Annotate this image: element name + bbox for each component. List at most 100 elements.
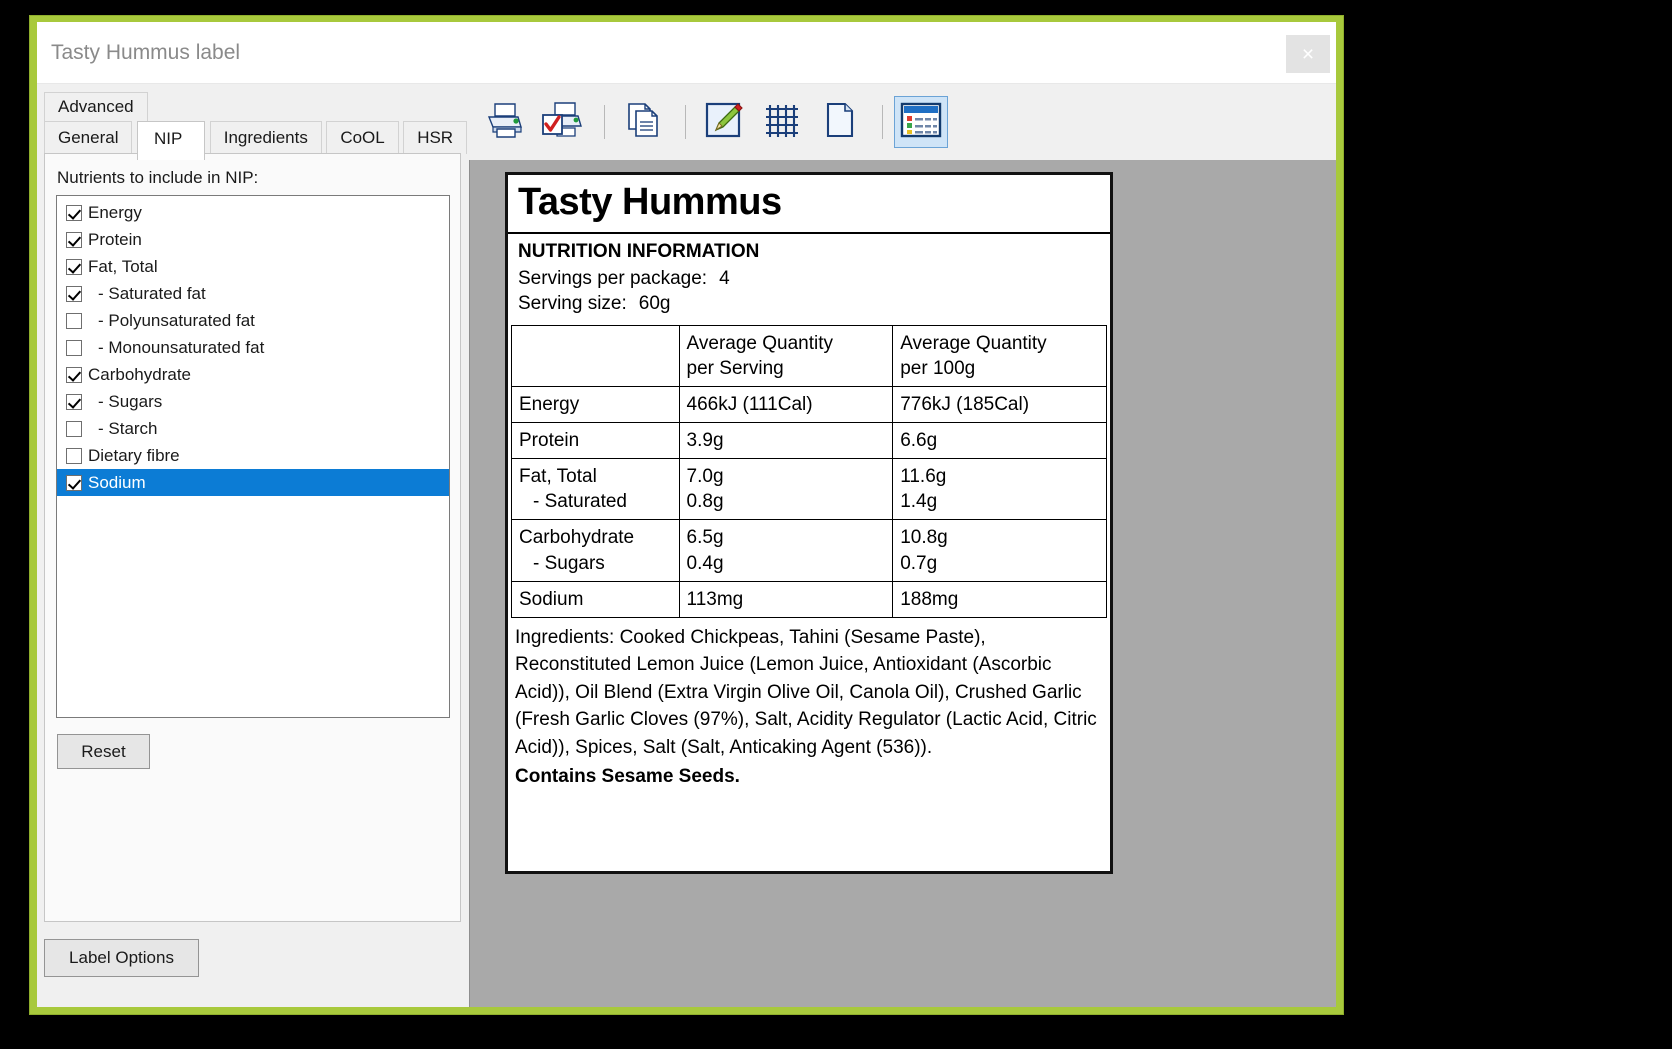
grid-button[interactable] [755, 96, 809, 148]
toolbar-separator [882, 105, 883, 139]
servings-per-package-value: 4 [719, 268, 730, 289]
nutrition-table-cell: 11.6g 1.4g [892, 458, 1107, 521]
nutrition-table-cell: 113mg [678, 580, 894, 618]
checkbox-unchecked-icon[interactable] [66, 339, 82, 356]
servings-per-package-label: Servings per package: [518, 268, 708, 289]
checkbox-checked-icon[interactable] [66, 366, 82, 383]
nutrition-table-cell: 6.5g 0.4g [678, 519, 894, 582]
nutrition-table-cell: 3.9g [678, 422, 894, 460]
nutrient-label: - Sugars [98, 391, 163, 411]
details-view-button[interactable] [894, 96, 948, 148]
nutrient-label: Energy [88, 202, 142, 222]
nutrients-group-label: Nutrients to include in NIP: [57, 168, 259, 187]
window-title: Tasty Hummus label [51, 41, 241, 64]
nutrient-row[interactable]: - Saturated fat [57, 280, 449, 307]
serving-size: Serving size: 60g [508, 290, 1110, 315]
checkbox-checked-icon[interactable] [66, 285, 82, 302]
new-page-button[interactable] [813, 96, 867, 148]
nutrient-row[interactable]: Protein [57, 226, 449, 253]
grid-icon [762, 101, 802, 144]
checkbox-checked-icon[interactable] [66, 474, 82, 491]
window-body: Tasty Hummus label × Advanced General NI… [37, 22, 1336, 1007]
edit-button[interactable] [697, 96, 751, 148]
print-preview-button[interactable] [535, 96, 589, 148]
nip-tab-panel: Nutrients to include in NIP: Energy Prote… [44, 153, 461, 922]
nutrition-table-cell: Sodium [511, 580, 680, 618]
nutrient-label: - Polyunsaturated fat [98, 310, 255, 330]
checkbox-checked-icon[interactable] [66, 231, 82, 248]
nutrient-row[interactable]: Fat, Total [57, 253, 449, 280]
checkbox-unchecked-icon[interactable] [66, 447, 82, 464]
nutrition-table-body: Average Quantity per Serving Average Quant… [511, 324, 1107, 618]
nutrient-row[interactable]: Sodium [57, 469, 449, 496]
tab-general[interactable]: General [44, 121, 133, 154]
nutrition-table-cell: Energy [511, 386, 680, 424]
right-pane: Tasty Hummus NUTRITION INFORMATION Servi… [469, 84, 1336, 1007]
nutrition-table-cell: Fat, Total - Saturated [511, 458, 680, 521]
toolbar-separator [685, 105, 686, 139]
nutrient-row[interactable]: - Monounsaturated fat [57, 334, 449, 361]
nutrition-table-cell: 10.8g 0.7g [892, 519, 1107, 582]
label-preview-panel[interactable]: Tasty Hummus NUTRITION INFORMATION Servi… [469, 160, 1336, 1007]
ingredients-text: Ingredients: Cooked Chickpeas, Tahini (S… [515, 626, 1097, 758]
nutrient-row[interactable]: Dietary fibre [57, 442, 449, 469]
print-preview-icon [541, 101, 583, 144]
nutrient-label: - Monounsaturated fat [98, 337, 265, 357]
details-view-icon [900, 102, 942, 143]
tab-cool[interactable]: CoOL [326, 121, 399, 154]
nutrition-table-header-cell: Average Quantity per Serving [678, 324, 894, 388]
nutrient-label: Fat, Total [88, 256, 158, 276]
title-bar: Tasty Hummus label × [37, 22, 1336, 84]
edit-pencil-icon [704, 101, 744, 144]
left-pane: Advanced General NIP Ingredients CoOL HS… [37, 84, 469, 1007]
nutrition-table-cell: Protein [511, 422, 680, 460]
tab-hsr[interactable]: HSR [403, 121, 468, 154]
tab-nip[interactable]: NIP [136, 121, 206, 160]
nutrition-table-cell: 776kJ (185Cal) [892, 386, 1107, 424]
toolbar-separator [604, 105, 605, 139]
servings-per-package: Servings per package: 4 [508, 265, 1110, 290]
nutrient-row[interactable]: Energy [57, 199, 449, 226]
tab-ingredients[interactable]: Ingredients [209, 121, 322, 154]
nutrient-row[interactable]: Carbohydrate [57, 361, 449, 388]
product-name: Tasty Hummus [508, 175, 1110, 234]
nutrition-table-row: Energy 466kJ (111Cal) 776kJ (185Cal) [511, 386, 1107, 424]
print-icon [484, 101, 524, 144]
copy-button[interactable] [616, 96, 670, 148]
nutrient-label: Dietary fibre [88, 445, 180, 465]
checkbox-unchecked-icon[interactable] [66, 312, 82, 329]
nutrition-table-header-cell [511, 324, 680, 388]
tab-advanced[interactable]: Advanced [44, 92, 148, 121]
nutrition-table-cell: Carbohydrate - Sugars [511, 519, 680, 582]
nutrient-label: Carbohydrate [88, 364, 192, 384]
nutrient-checkbox-list[interactable]: Energy Protein Fat, Total - Saturated fat - … [56, 195, 450, 718]
print-button[interactable] [477, 96, 531, 148]
nutrient-label: - Saturated fat [98, 283, 206, 303]
nutrition-table: Average Quantity per Serving Average Quant… [511, 324, 1107, 618]
nutrition-table-cell: 6.6g [892, 422, 1107, 460]
checkbox-unchecked-icon[interactable] [66, 420, 82, 437]
nutrient-row[interactable]: - Polyunsaturated fat [57, 307, 449, 334]
toolbar [469, 84, 1336, 160]
nip-heading: NUTRITION INFORMATION [518, 241, 760, 262]
nutrient-row[interactable]: - Starch [57, 415, 449, 442]
content-area: Advanced General NIP Ingredients CoOL HS… [37, 84, 1336, 1007]
allergen-statement: Contains Sesame Seeds. [515, 766, 740, 788]
nutrition-label-card: Tasty Hummus NUTRITION INFORMATION Servi… [505, 172, 1113, 874]
nutrition-table-cell: 188mg [892, 580, 1107, 618]
label-options-button[interactable]: Label Options [44, 939, 199, 977]
serving-size-label: Serving size: [518, 293, 627, 314]
nutrient-label: - Starch [98, 418, 158, 438]
checkbox-checked-icon[interactable] [66, 204, 82, 221]
nutrient-label: Sodium [88, 472, 146, 492]
reset-button[interactable]: Reset [57, 734, 150, 769]
nutrition-table-cell: 466kJ (111Cal) [678, 386, 894, 424]
nutrient-label: Protein [88, 229, 142, 249]
application-window: Tasty Hummus label × Advanced General NI… [29, 15, 1344, 1015]
nutrient-row[interactable]: - Sugars [57, 388, 449, 415]
nutrition-table-cell: 7.0g 0.8g [678, 458, 894, 521]
nutrition-table-header-row: Average Quantity per Serving Average Quant… [511, 324, 1107, 388]
close-icon[interactable]: × [1286, 35, 1330, 73]
checkbox-checked-icon[interactable] [66, 393, 82, 410]
checkbox-checked-icon[interactable] [66, 258, 82, 275]
